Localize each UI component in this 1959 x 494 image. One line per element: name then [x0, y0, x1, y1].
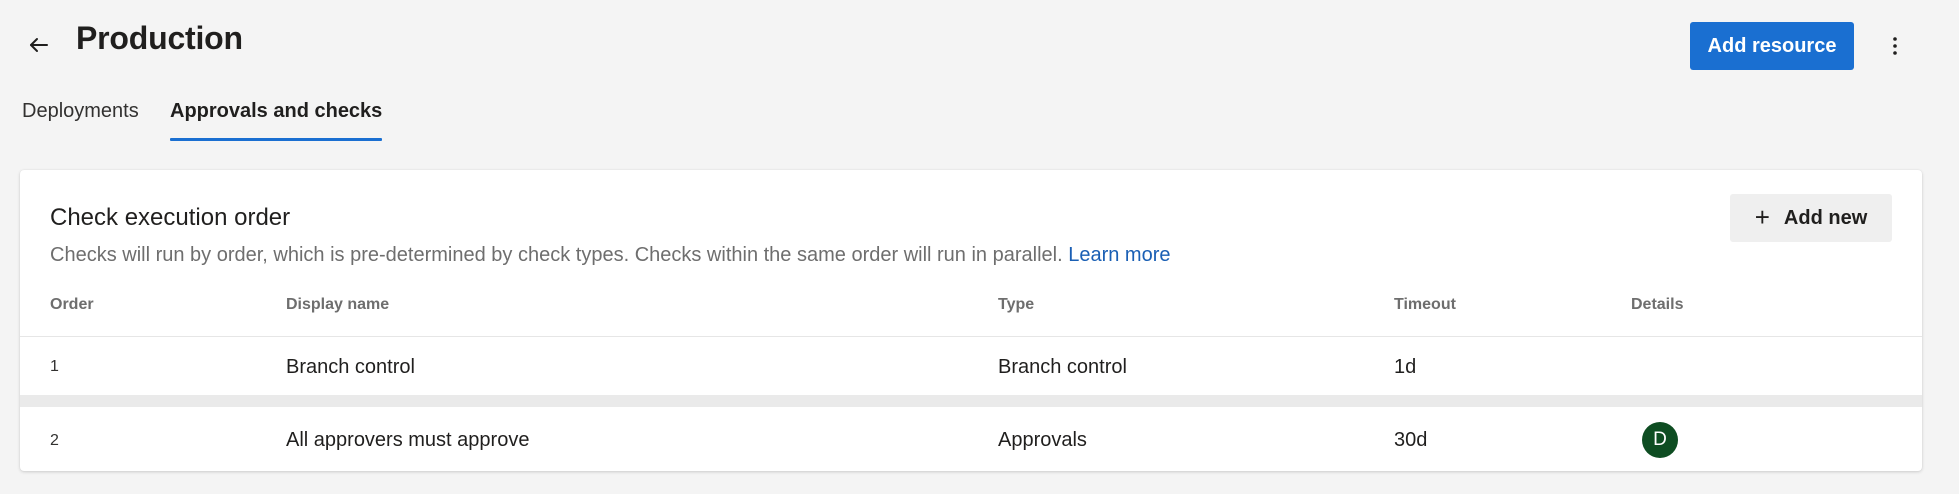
approver-avatar[interactable]: D [1642, 422, 1678, 458]
add-new-label: Add new [1783, 206, 1868, 229]
card-description: Checks will run by order, which is pre-d… [50, 244, 1171, 267]
more-options-button[interactable] [1880, 30, 1910, 62]
tab-deployments[interactable]: Deployments [22, 100, 139, 141]
check-execution-order-card: Check execution order Checks will run by… [20, 170, 1922, 471]
more-vertical-icon [1893, 37, 1897, 55]
card-title: Check execution order [50, 204, 291, 231]
page-title: Production [76, 20, 243, 56]
add-new-button[interactable]: + Add new [1730, 194, 1892, 242]
header-divider [20, 336, 1922, 337]
tab-bar: Deployments Approvals and checks [0, 90, 800, 146]
add-resource-button[interactable]: Add resource [1690, 22, 1854, 70]
column-header-type: Type [998, 296, 1035, 313]
learn-more-link[interactable]: Learn more [1068, 244, 1170, 266]
row-separator [20, 395, 1922, 407]
row-display-name: Branch control [286, 356, 415, 378]
tab-approvals-and-checks[interactable]: Approvals and checks [170, 100, 383, 141]
row-display-name: All approvers must approve [286, 429, 530, 451]
arrow-left-icon [30, 38, 48, 52]
row-type: Approvals [998, 429, 1087, 451]
row-timeout: 1d [1394, 356, 1417, 378]
row-type: Branch control [998, 356, 1127, 378]
column-header-details: Details [1631, 296, 1684, 313]
row-order: 2 [50, 432, 59, 449]
plus-icon: + [1754, 201, 1770, 232]
page-header: Production Add resource [0, 0, 1959, 90]
description-text: Checks will run by order, which is pre-d… [50, 244, 1063, 266]
row-timeout: 30d [1394, 429, 1428, 451]
back-button[interactable] [22, 30, 56, 60]
column-header-display-name: Display name [286, 296, 390, 313]
column-header-timeout: Timeout [1394, 296, 1456, 313]
column-header-order: Order [50, 296, 94, 313]
row-order: 1 [50, 358, 59, 375]
